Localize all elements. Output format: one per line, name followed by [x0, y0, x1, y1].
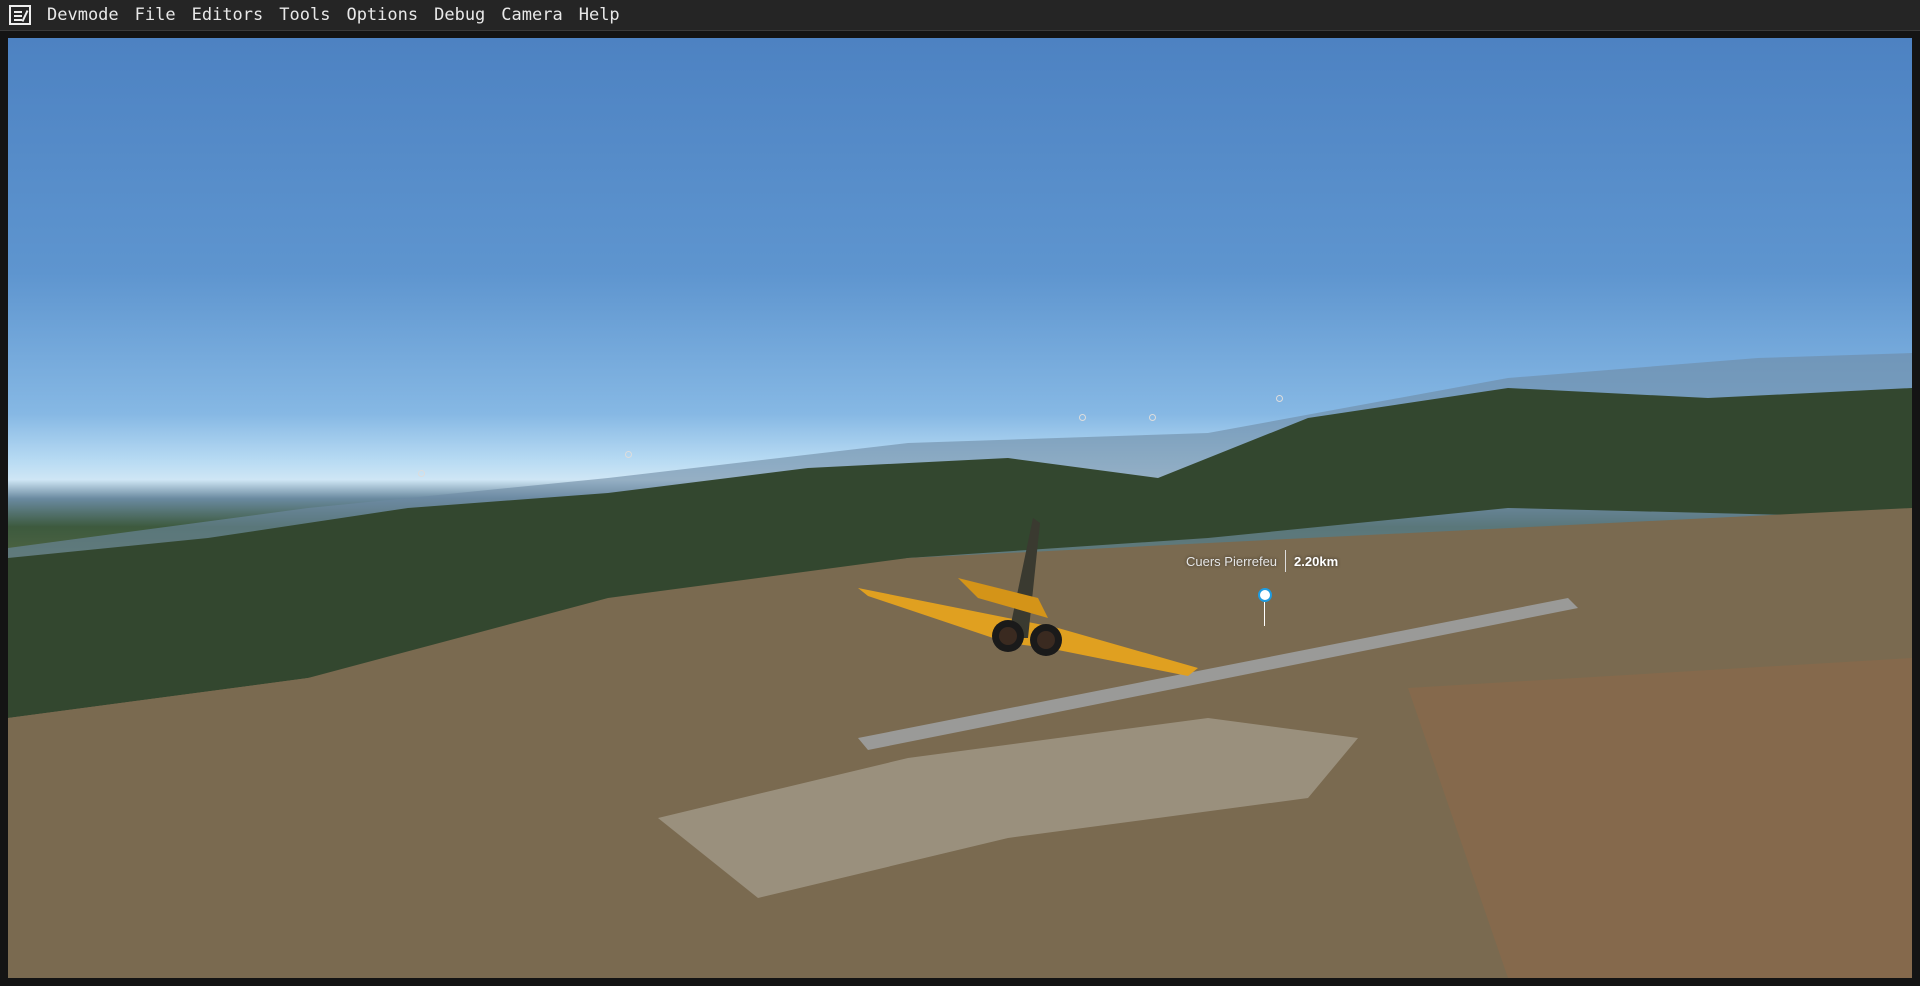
poi-pin-icon[interactable] [1276, 395, 1283, 402]
menu-debug[interactable]: Debug [426, 5, 493, 25]
poi-distance: 2.20km [1294, 553, 1339, 569]
menu-options[interactable]: Options [338, 5, 426, 25]
airport-marker-icon[interactable] [1258, 588, 1272, 602]
poi-pin-icon[interactable] [1079, 414, 1086, 421]
poi-pin-icon[interactable] [625, 451, 632, 458]
poi-pin-icon[interactable] [1149, 414, 1156, 421]
menu-file[interactable]: File [127, 5, 184, 25]
poi-separator [1285, 550, 1287, 572]
menu-help[interactable]: Help [571, 5, 628, 25]
poi-label[interactable]: Cuers Pierrefeu 2.20km [1186, 550, 1338, 572]
aircraft [858, 518, 1198, 676]
poi-name: Cuers Pierrefeu [1186, 553, 1278, 569]
devmode-logo-icon[interactable] [9, 5, 31, 25]
poi-pin-icon[interactable] [418, 470, 425, 477]
menu-devmode[interactable]: Devmode [39, 5, 127, 25]
menu-tools[interactable]: Tools [271, 5, 338, 25]
poi-stem [1264, 602, 1265, 626]
menu-camera[interactable]: Camera [493, 5, 570, 25]
menu-editors[interactable]: Editors [184, 5, 272, 25]
menu-bar: Devmode File Editors Tools Options Debug… [0, 0, 1920, 31]
sim-viewport[interactable]: Cuers Pierrefeu 2.20km [8, 38, 1912, 978]
terrain [8, 353, 1912, 978]
